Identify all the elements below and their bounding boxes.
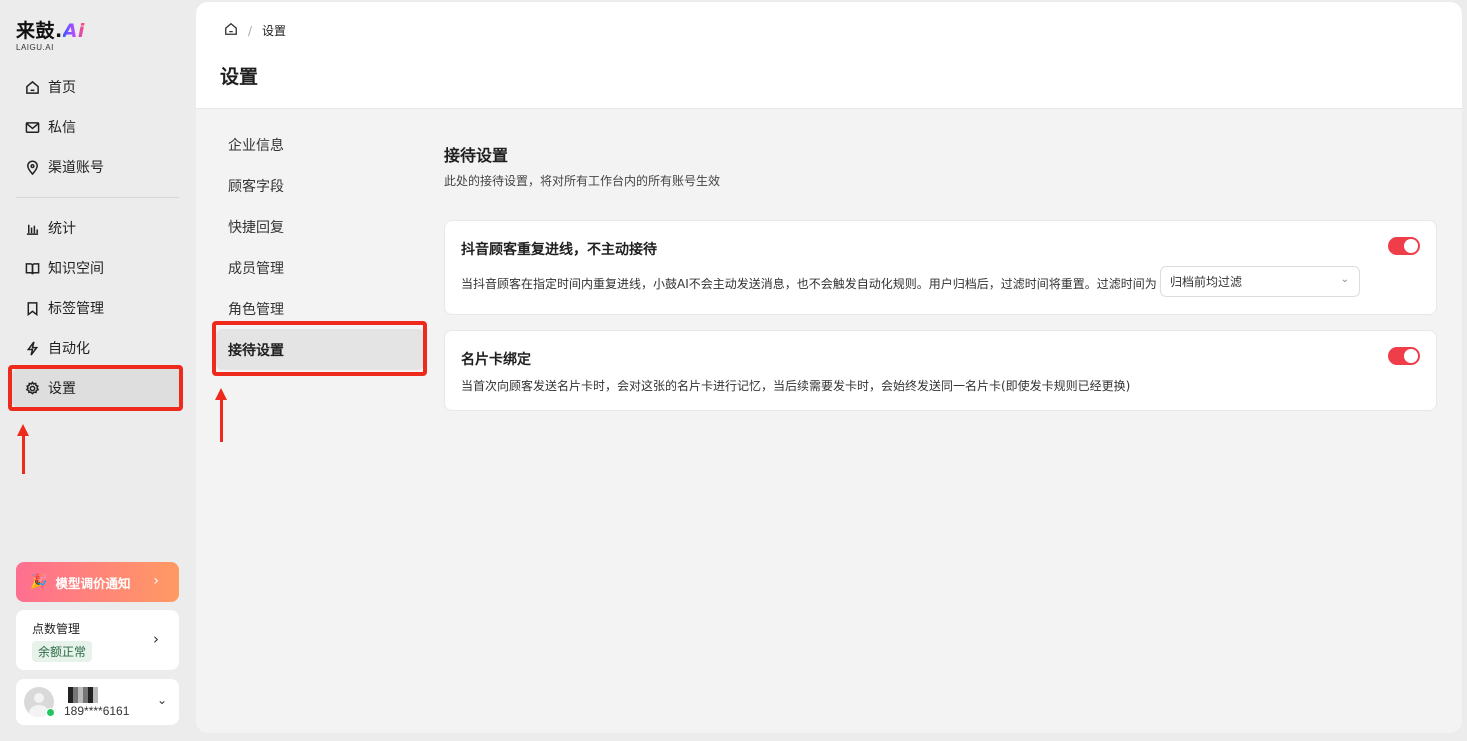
breadcrumb: / 设置 bbox=[224, 22, 286, 39]
brand-subtitle: LAIGU.AI bbox=[16, 43, 54, 52]
sidebar-item-label: 自动化 bbox=[48, 341, 90, 357]
bar-chart-icon bbox=[24, 220, 40, 236]
annotation-arrow-settings bbox=[17, 424, 29, 474]
annotation-arrow-reception bbox=[215, 388, 227, 442]
brand-logo[interactable]: 来鼓.Ai LAIGU.AI bbox=[16, 20, 85, 52]
repeat-entry-toggle[interactable] bbox=[1388, 237, 1420, 255]
online-status-dot bbox=[46, 708, 55, 717]
pricing-notice-banner[interactable]: 🎉 模型调价通知 › bbox=[16, 562, 179, 602]
home-icon[interactable] bbox=[224, 22, 238, 39]
sidebar-item-label: 渠道账号 bbox=[48, 160, 104, 176]
reception-settings-content: 接待设置 此处的接待设置，将对所有工作台内的所有账号生效 抖音顾客重复进线，不主… bbox=[444, 142, 1437, 411]
chevron-right-icon: › bbox=[153, 573, 159, 589]
filter-time-select[interactable]: 归档前均过滤 ⌄ bbox=[1160, 266, 1360, 297]
breadcrumb-separator: / bbox=[248, 23, 253, 38]
sidebar-item-automation[interactable]: 自动化 bbox=[12, 328, 182, 368]
sidebar-item-home[interactable]: 首页 bbox=[12, 67, 182, 107]
setting-card-repeat-entry: 抖音顾客重复进线，不主动接待 当抖音顾客在指定时间内重复进线，小鼓AI不会主动发… bbox=[444, 220, 1437, 315]
subnav-item-customer-fields[interactable]: 顾客字段 bbox=[216, 165, 424, 206]
sidebar-item-label: 标签管理 bbox=[48, 301, 104, 317]
sidebar-item-label: 统计 bbox=[48, 221, 76, 237]
subnav-item-members[interactable]: 成员管理 bbox=[216, 247, 424, 288]
subnav-item-quick-replies[interactable]: 快捷回复 bbox=[216, 206, 424, 247]
page-header: / 设置 设置 bbox=[196, 2, 1462, 109]
user-phone: 189****6161 bbox=[64, 704, 130, 718]
sidebar-item-label: 知识空间 bbox=[48, 261, 104, 277]
balance-status-badge: 余额正常 bbox=[32, 641, 93, 662]
sidebar-item-label: 首页 bbox=[48, 80, 76, 96]
chevron-right-icon: › bbox=[153, 630, 159, 648]
setting-description: 当首次向顾客发送名片卡时，会对这张的名片卡进行记忆，当后续需要发卡时，会始终发送… bbox=[461, 379, 1131, 393]
annotation-highlight-reception bbox=[212, 321, 427, 376]
business-card-toggle[interactable] bbox=[1388, 347, 1420, 365]
book-icon bbox=[24, 260, 40, 276]
page-title: 设置 bbox=[220, 66, 259, 88]
annotation-highlight-settings bbox=[8, 365, 183, 411]
location-pin-icon bbox=[24, 159, 40, 175]
notice-label: 模型调价通知 bbox=[55, 575, 131, 591]
section-title: 接待设置 bbox=[444, 146, 509, 165]
sidebar-item-tags[interactable]: 标签管理 bbox=[12, 288, 182, 328]
credits-title: 点数管理 bbox=[32, 622, 81, 636]
credits-card[interactable]: 点数管理 余额正常 › bbox=[16, 610, 179, 670]
chevron-down-icon: ⌄ bbox=[1340, 274, 1349, 285]
sidebar-item-statistics[interactable]: 统计 bbox=[12, 208, 182, 248]
sidebar-item-knowledge[interactable]: 知识空间 bbox=[12, 248, 182, 288]
section-description: 此处的接待设置，将对所有工作台内的所有账号生效 bbox=[444, 174, 721, 188]
setting-title: 名片卡绑定 bbox=[461, 352, 531, 368]
breadcrumb-current: 设置 bbox=[262, 24, 287, 38]
sidebar-item-messages[interactable]: 私信 bbox=[12, 107, 182, 147]
home-icon bbox=[24, 79, 40, 95]
user-account-card[interactable]: 189****6161 ⌄ bbox=[16, 679, 179, 725]
mail-icon bbox=[24, 119, 40, 135]
select-value: 归档前均过滤 bbox=[1170, 275, 1243, 289]
chevron-down-icon[interactable]: ⌄ bbox=[157, 693, 167, 707]
setting-description: 当抖音顾客在指定时间内重复进线，小鼓AI不会主动发送消息，也不会触发自动化规则。… bbox=[461, 277, 1157, 291]
setting-card-business-card: 名片卡绑定 当首次向顾客发送名片卡时，会对这张的名片卡进行记忆，当后续需要发卡时… bbox=[444, 330, 1437, 411]
bookmark-icon bbox=[24, 300, 40, 316]
brand-ai-mark: Ai bbox=[62, 20, 85, 42]
redacted-username bbox=[68, 687, 98, 703]
subnav-item-company-info[interactable]: 企业信息 bbox=[216, 124, 424, 165]
setting-title: 抖音顾客重复进线，不主动接待 bbox=[461, 242, 657, 258]
nav-divider bbox=[16, 197, 179, 198]
brand-name: 来鼓. bbox=[16, 20, 63, 42]
sidebar-item-label: 私信 bbox=[48, 120, 76, 136]
lightning-icon bbox=[24, 340, 40, 356]
nav-group-primary: 首页 私信 渠道账号 bbox=[12, 67, 182, 187]
sidebar-item-channel-accounts[interactable]: 渠道账号 bbox=[12, 147, 182, 187]
party-popper-icon: 🎉 bbox=[30, 574, 48, 590]
